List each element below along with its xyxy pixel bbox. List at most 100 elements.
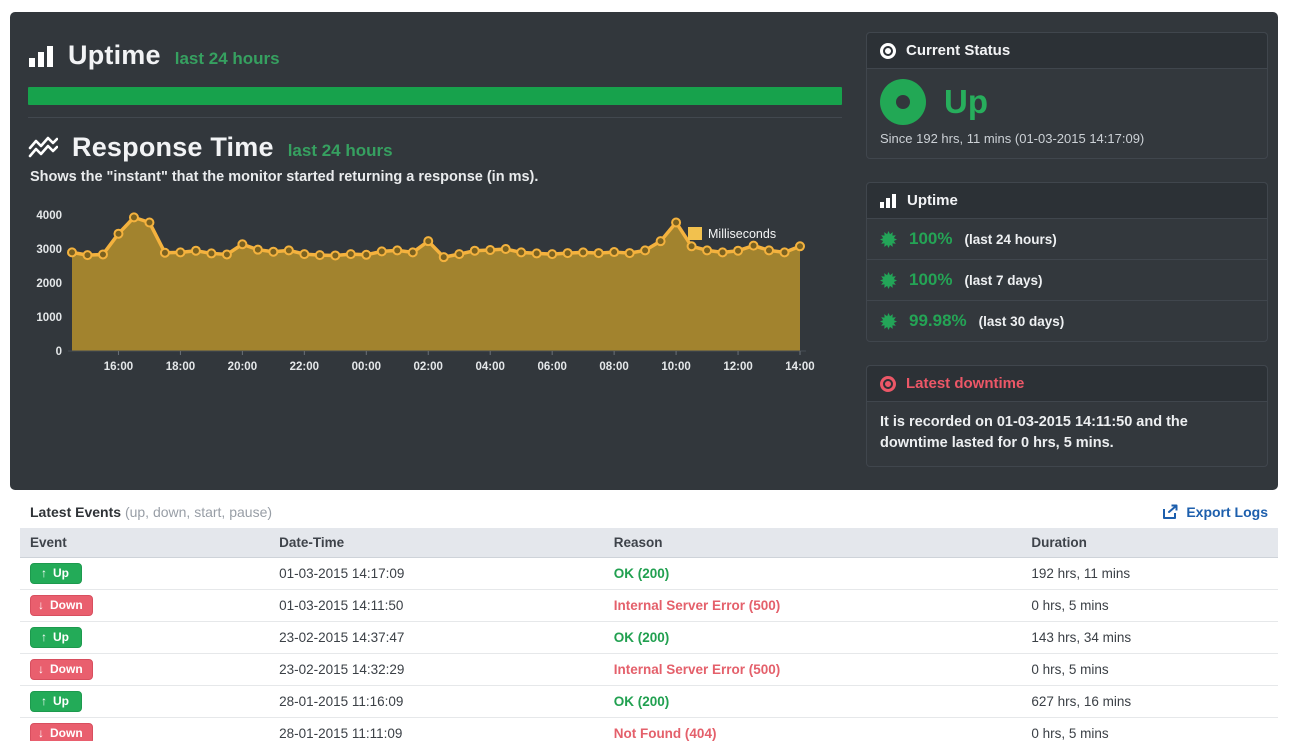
- column-header-event: Event: [20, 528, 270, 558]
- response-time-chart-canvas: 0 1000 2000 3000 4000 16:00 18:00 20:00 22:00 00:…: [36, 210, 814, 373]
- record-circle-red-icon: [880, 375, 896, 392]
- event-badge-up: ↑ Up: [30, 563, 82, 584]
- current-status-panel: Current Status Up Since 192 hrs, 11 mins…: [866, 32, 1268, 159]
- event-row: ↓ Down 28-01-2015 11:11:09 Not Found (404) 0…: [20, 717, 1278, 741]
- event-row: ↓ Down 23-02-2015 14:32:29 Internal Server …: [20, 653, 1278, 686]
- svg-text:08:00: 08:00: [599, 361, 628, 373]
- event-badge-up: ↑ Up: [30, 691, 82, 712]
- latest-downtime-title: Latest downtime: [906, 375, 1025, 392]
- event-reason: Not Found (404): [613, 726, 717, 741]
- status-value: Up: [944, 83, 988, 120]
- event-duration: 192 hrs, 11 mins: [1021, 557, 1278, 590]
- uptime-range-label: (last 24 hours): [964, 231, 1057, 247]
- event-datetime: 28-01-2015 11:11:09: [269, 717, 604, 741]
- response-subtitle: last 24 hours: [287, 140, 393, 160]
- down-arrow-icon: ↓: [38, 662, 44, 676]
- latest-downtime-header: Latest downtime: [867, 366, 1267, 402]
- sidebar: Current Status Up Since 192 hrs, 11 mins…: [866, 12, 1278, 490]
- svg-text:18:00: 18:00: [166, 361, 195, 373]
- status-since-text: Since 192 hrs, 11 mins (01-03-2015 14:17…: [880, 131, 1145, 146]
- events-table-header-row: Event Date-Time Reason Duration: [20, 528, 1278, 558]
- event-duration: 0 hrs, 5 mins: [1021, 589, 1278, 622]
- down-arrow-icon: ↓: [38, 598, 44, 612]
- current-status-header: Current Status: [867, 33, 1267, 69]
- export-logs-button[interactable]: Export Logs: [1162, 504, 1268, 520]
- latest-events-title-suffix: (up, down, start, pause): [124, 504, 273, 520]
- event-row: ↑ Up 01-03-2015 14:17:09 OK (200) 192 hrs, 1…: [20, 557, 1278, 590]
- svg-text:14:00: 14:00: [785, 361, 814, 373]
- event-datetime: 01-03-2015 14:17:09: [269, 557, 604, 590]
- uptime-stat-row: 100% (last 7 days): [867, 260, 1267, 301]
- down-arrow-icon: ↓: [38, 726, 44, 740]
- uptime-stats-header: Uptime: [867, 183, 1267, 219]
- event-row: ↑ Up 23-02-2015 14:37:47 OK (200) 143 hrs, 3…: [20, 621, 1278, 654]
- event-badge-down: ↓ Down: [30, 595, 93, 616]
- event-row: ↓ Down 01-03-2015 14:11:50 Internal Server …: [20, 589, 1278, 622]
- events-table: Event Date-Time Reason Duration ↑ Up 01-03-20…: [20, 528, 1278, 741]
- column-header-reason: Reason: [603, 528, 1022, 558]
- bar-chart-icon: [28, 44, 54, 68]
- record-circle-icon: [880, 42, 896, 59]
- uptime-subtitle: last 24 hours: [174, 48, 280, 68]
- starburst-icon: [880, 312, 897, 330]
- event-badge-down: ↓ Down: [30, 659, 93, 680]
- svg-text:12:00: 12:00: [723, 361, 752, 373]
- event-badge-down: ↓ Down: [30, 723, 93, 741]
- bar-chart-small-icon: [880, 193, 897, 208]
- event-duration: 627 hrs, 16 mins: [1021, 685, 1278, 718]
- event-datetime: 01-03-2015 14:11:50: [269, 589, 604, 622]
- uptime-stats-panel: Uptime 100% (last 24 hours) 100% (last 7 da…: [866, 182, 1268, 342]
- status-up-dot-icon: [880, 79, 926, 125]
- uptime-percentage: 100%: [909, 229, 953, 248]
- response-time-chart: 0 1000 2000 3000 4000 16:00 18:00 20:00 22:00 00:…: [28, 203, 842, 386]
- up-arrow-icon: ↑: [41, 694, 47, 708]
- svg-text:20:00: 20:00: [228, 361, 257, 373]
- uptime-range-label: (last 7 days): [964, 272, 1043, 288]
- event-duration: 143 hrs, 34 mins: [1021, 621, 1278, 654]
- event-row: ↑ Up 28-01-2015 11:16:09 OK (200) 627 hrs, 1…: [20, 685, 1278, 718]
- divider: [28, 117, 842, 118]
- event-datetime: 23-02-2015 14:37:47: [269, 621, 604, 654]
- svg-text:4000: 4000: [36, 210, 62, 222]
- svg-text:06:00: 06:00: [537, 361, 566, 373]
- event-reason: Internal Server Error (500): [613, 598, 781, 613]
- column-header-date-time: Date-Time: [269, 528, 604, 558]
- starburst-icon: [880, 230, 897, 248]
- latest-downtime-text: It is recorded on 01-03-2015 14:11:50 an…: [880, 414, 1188, 452]
- svg-text:1000: 1000: [36, 312, 62, 324]
- chart-legend: Milliseconds: [688, 227, 776, 241]
- svg-text:0: 0: [56, 346, 62, 358]
- export-icon: [1162, 504, 1179, 520]
- main-column: Uptime last 24 hours Response Time last …: [10, 12, 866, 490]
- svg-text:3000: 3000: [36, 244, 62, 256]
- event-duration: 0 hrs, 5 mins: [1021, 717, 1278, 741]
- latest-events-section: Latest Events (up, down, start, pause) E…: [0, 490, 1298, 741]
- uptime-range-label: (last 30 days): [978, 313, 1065, 329]
- svg-text:2000: 2000: [36, 278, 62, 290]
- monitor-dashboard: Uptime last 24 hours Response Time last …: [10, 12, 1278, 490]
- uptime-percentage: 99.98%: [909, 311, 967, 330]
- svg-text:Milliseconds: Milliseconds: [708, 227, 776, 241]
- response-section-header: Response Time last 24 hours: [28, 132, 842, 163]
- svg-text:10:00: 10:00: [661, 361, 690, 373]
- uptime-section-header: Uptime last 24 hours: [28, 40, 842, 71]
- svg-text:16:00: 16:00: [104, 361, 133, 373]
- svg-text:04:00: 04:00: [476, 361, 505, 373]
- uptime-stat-row: 99.98% (last 30 days): [867, 301, 1267, 341]
- event-datetime: 23-02-2015 14:32:29: [269, 653, 604, 686]
- uptime-stats-rows: 100% (last 24 hours) 100% (last 7 days) 99.9…: [867, 219, 1267, 341]
- event-reason: OK (200): [613, 630, 670, 645]
- response-title: Response Time: [72, 132, 274, 162]
- up-arrow-icon: ↑: [41, 566, 47, 580]
- latest-events-title: Latest Events (up, down, start, pause): [30, 504, 273, 520]
- response-chart-description: Shows the "instant" that the monitor sta…: [30, 169, 539, 185]
- event-reason: Internal Server Error (500): [613, 662, 781, 677]
- uptime-title: Uptime: [68, 40, 161, 70]
- uptime-stat-row: 100% (last 24 hours): [867, 219, 1267, 260]
- starburst-icon: [880, 271, 897, 289]
- line-chart-icon: [28, 135, 58, 161]
- uptime-stats-title: Uptime: [907, 192, 958, 209]
- event-badge-up: ↑ Up: [30, 627, 82, 648]
- current-status-body: Up Since 192 hrs, 11 mins (01-03-2015 14…: [867, 69, 1267, 158]
- latest-downtime-panel: Latest downtime It is recorded on 01-03-…: [866, 365, 1268, 468]
